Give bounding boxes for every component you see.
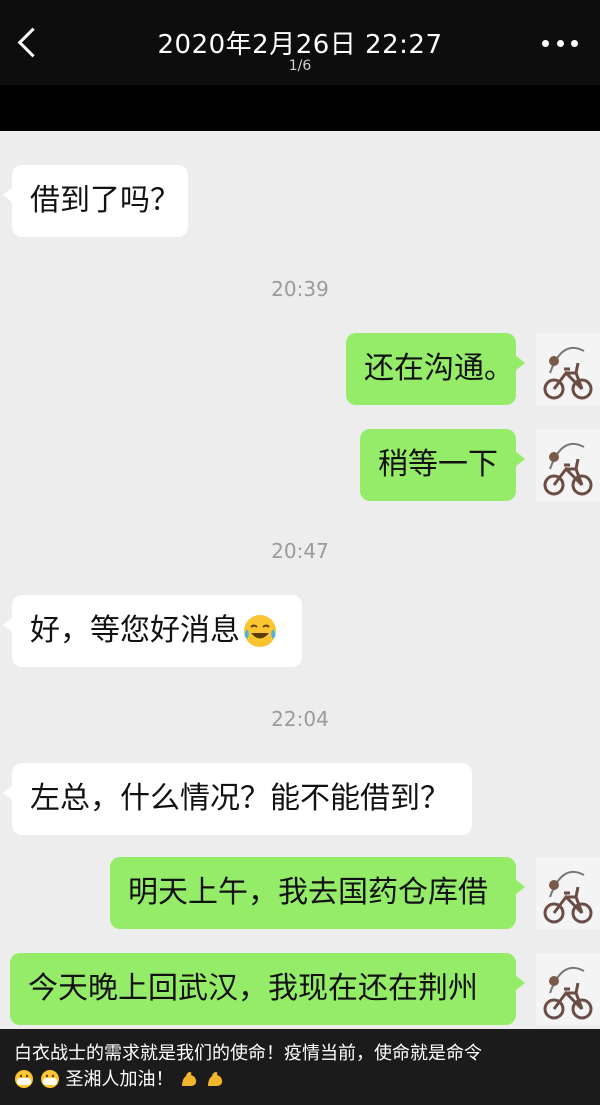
message-text: 借到了吗？ xyxy=(30,183,180,218)
timestamp: 20:39 xyxy=(271,277,329,301)
tears-of-joy-emoji xyxy=(244,615,276,647)
incoming-message[interactable]: 左总，什么情况？能不能借到？ xyxy=(3,763,472,835)
bicycle-avatar-icon[interactable] xyxy=(536,333,600,405)
message-text: 好，等您好消息 xyxy=(30,613,240,648)
message-text: 还在沟通。 xyxy=(364,351,514,386)
chat-area[interactable]: 借到了吗？ 20:39 还在沟通。 稍等一下 20:47 好，等您好消息 22:… xyxy=(0,131,600,1029)
flexed-biceps-emoji xyxy=(182,1072,197,1086)
bicycle-avatar-icon[interactable] xyxy=(536,429,600,501)
message-text: 左总，什么情况？能不能借到？ xyxy=(30,781,450,816)
caption-line-1: 白衣战士的需求就是我们的使命！疫情当前，使命就是命令 xyxy=(14,1043,482,1064)
more-options-icon[interactable] xyxy=(542,40,578,48)
message-text: 明天上午，我去国药仓库借 xyxy=(128,875,488,910)
message-text: 今天晚上回武汉，我现在还在荆州 xyxy=(28,971,478,1006)
page-title: 2020年2月26日 22:27 xyxy=(157,30,443,60)
bicycle-avatar-icon[interactable] xyxy=(536,953,600,1025)
outgoing-message[interactable]: 还在沟通。 xyxy=(346,333,525,405)
mask-face-emoji xyxy=(40,1070,59,1088)
outgoing-message[interactable]: 今天晚上回武汉，我现在还在荆州 xyxy=(10,953,525,1025)
incoming-message[interactable]: 好，等您好消息 xyxy=(3,595,302,667)
header-band xyxy=(0,85,600,131)
timestamp: 20:47 xyxy=(271,539,329,563)
top-bar: 2020年2月26日 22:27 1/6 xyxy=(0,0,600,85)
incoming-message[interactable]: 借到了吗？ xyxy=(3,165,188,237)
caption-overlay: 白衣战士的需求就是我们的使命！疫情当前，使命就是命令 圣湘人加油！ xyxy=(0,1029,600,1105)
caption-line-2-row: 圣湘人加油！ xyxy=(14,1067,586,1093)
flexed-biceps-emoji xyxy=(207,1072,223,1086)
bicycle-avatar-icon[interactable] xyxy=(536,857,600,929)
mask-face-emoji xyxy=(15,1070,33,1088)
page-indicator: 1/6 xyxy=(288,58,312,74)
message-text: 稍等一下 xyxy=(378,447,498,482)
caption-line-2: 圣湘人加油！ xyxy=(65,1069,174,1090)
outgoing-message[interactable]: 明天上午，我去国药仓库借 xyxy=(110,857,525,929)
timestamp: 22:04 xyxy=(271,707,329,731)
outgoing-message[interactable]: 稍等一下 xyxy=(360,429,525,501)
